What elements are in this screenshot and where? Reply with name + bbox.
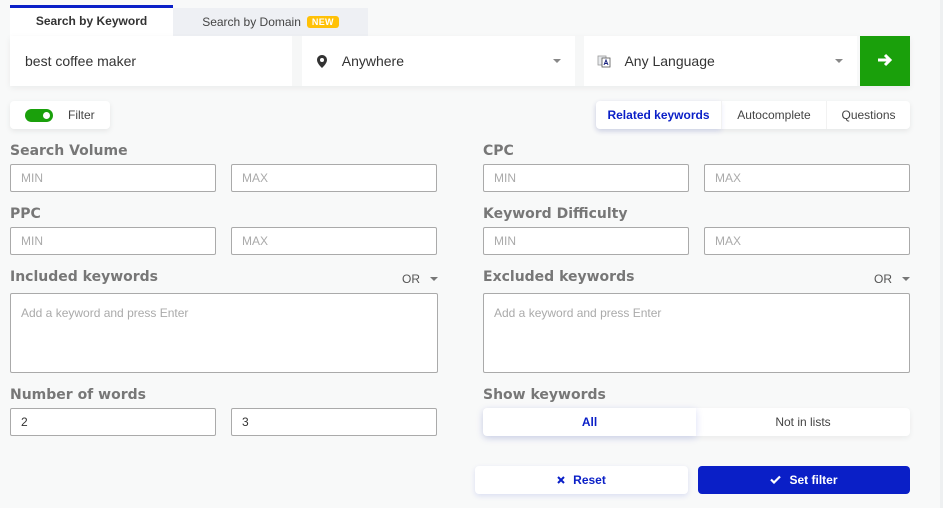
excluded-keywords-input[interactable] xyxy=(483,293,910,373)
cpc-label: CPC xyxy=(483,143,514,159)
cpc-min-input[interactable] xyxy=(483,164,689,192)
ppc-max-input[interactable] xyxy=(231,227,437,255)
keyword-input[interactable] xyxy=(10,36,292,86)
location-value: Anywhere xyxy=(341,53,405,69)
show-all-option[interactable]: All xyxy=(483,408,696,436)
toggle-knob xyxy=(43,111,50,119)
keyword-source-tabs: Related keywords Autocomplete Questions xyxy=(596,101,910,129)
search-submit-button[interactable] xyxy=(860,36,911,86)
filter-toggle[interactable]: Filter xyxy=(10,101,110,129)
show-not-in-lists-option[interactable]: Not in lists xyxy=(696,408,910,436)
keyword-difficulty-max-input[interactable] xyxy=(704,227,910,255)
separator xyxy=(574,36,585,86)
arrow-right-icon xyxy=(877,53,893,70)
language-value: Any Language xyxy=(624,53,715,69)
ppc-label: PPC xyxy=(10,206,41,222)
ppc-min-input[interactable] xyxy=(10,227,216,255)
keyword-difficulty-min-input[interactable] xyxy=(483,227,689,255)
included-operator-select[interactable]: OR xyxy=(402,272,438,286)
set-filter-button[interactable]: Set filter xyxy=(698,466,910,494)
reset-label: Reset xyxy=(573,473,606,487)
cpc-max-input[interactable] xyxy=(704,164,910,192)
separator xyxy=(291,36,302,86)
words-max-input[interactable] xyxy=(231,408,437,436)
filter-label: Filter xyxy=(68,108,95,122)
tab-autocomplete[interactable]: Autocomplete xyxy=(721,101,826,129)
check-icon xyxy=(770,473,789,487)
chevron-down-icon xyxy=(835,59,844,63)
chevron-down-icon xyxy=(552,59,561,63)
chevron-down-icon xyxy=(902,277,910,281)
tab-label: Search by Domain xyxy=(202,15,301,29)
search-volume-label: Search Volume xyxy=(10,143,128,159)
excluded-keywords-label: Excluded keywords xyxy=(483,269,635,285)
tab-related-keywords[interactable]: Related keywords xyxy=(596,101,721,129)
chevron-down-icon xyxy=(430,277,438,281)
set-filter-label: Set filter xyxy=(789,473,838,487)
show-keywords-label: Show keywords xyxy=(483,387,606,403)
search-volume-max-input[interactable] xyxy=(231,164,437,192)
toggle-switch[interactable] xyxy=(25,108,53,122)
reset-button[interactable]: Reset xyxy=(475,466,688,494)
tab-search-by-domain[interactable]: Search by Domain NEW xyxy=(173,8,368,36)
excluded-operator-select[interactable]: OR xyxy=(874,272,910,286)
show-keywords-toggle: All Not in lists xyxy=(483,408,910,436)
language-select[interactable]: Any Language xyxy=(584,36,858,86)
tab-search-by-keyword[interactable]: Search by Keyword xyxy=(10,5,173,36)
included-keywords-label: Included keywords xyxy=(10,269,159,285)
tab-label: Search by Keyword xyxy=(35,14,148,28)
translate-icon xyxy=(584,54,624,68)
included-keywords-input[interactable] xyxy=(10,293,438,373)
location-select[interactable]: Anywhere xyxy=(301,36,575,86)
number-of-words-label: Number of words xyxy=(10,387,146,403)
words-min-input[interactable] xyxy=(10,408,216,436)
operator-value: OR xyxy=(402,272,420,286)
operator-value: OR xyxy=(874,272,892,286)
tab-questions[interactable]: Questions xyxy=(826,101,910,129)
keyword-difficulty-label: Keyword Difficulty xyxy=(483,206,628,222)
search-bar: Anywhere Any Language xyxy=(10,36,911,86)
close-icon xyxy=(557,473,573,487)
map-pin-icon xyxy=(302,54,342,68)
search-mode-tabs: Search by Keyword Search by Domain NEW xyxy=(10,5,368,36)
search-volume-min-input[interactable] xyxy=(10,164,216,192)
new-badge: NEW xyxy=(306,16,339,28)
